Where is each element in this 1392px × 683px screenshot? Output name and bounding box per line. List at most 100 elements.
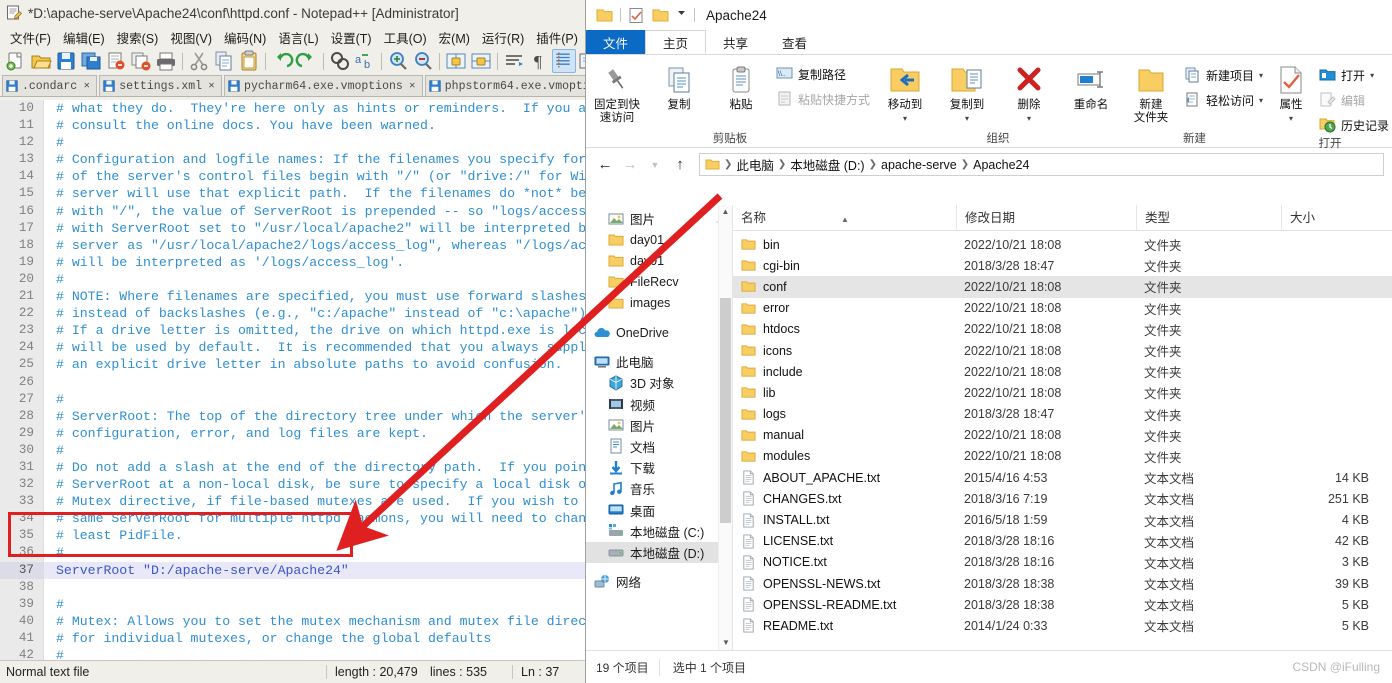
table-row[interactable]: manual 2022/10/21 18:08 文件夹	[733, 425, 1392, 446]
menu-item-6[interactable]: 设置(T)	[325, 26, 378, 49]
menu-item-8[interactable]: 宏(M)	[433, 26, 476, 49]
table-row[interactable]: CHANGES.txt 2018/3/16 7:19 文本文档 251 KB	[733, 488, 1392, 509]
table-row[interactable]: lib 2022/10/21 18:08 文件夹	[733, 382, 1392, 403]
nav-item-视频[interactable]: 视频	[586, 394, 732, 415]
table-row[interactable]: INSTALL.txt 2016/5/18 1:59 文本文档 4 KB	[733, 509, 1392, 530]
chevron-down-icon[interactable]: ▾	[1027, 112, 1031, 125]
breadcrumb-bar[interactable]: ❯ 此电脑 ❯ 本地磁盘 (D:) ❯ apache-serve ❯ Apache24	[699, 153, 1384, 176]
paste-button[interactable]: 粘贴	[710, 59, 772, 112]
menu-item-7[interactable]: 工具(O)	[378, 26, 433, 49]
table-row[interactable]: OPENSSL-NEWS.txt 2018/3/28 18:38 文本文档 39 KB	[733, 573, 1392, 594]
nav-item-图片[interactable]: 图片	[586, 415, 732, 436]
code-line[interactable]: 38	[0, 578, 585, 596]
show-all-chars-icon[interactable]: ¶	[527, 49, 551, 73]
code-line[interactable]: 41 # for individual mutexes, or change th…	[0, 629, 585, 647]
copy-button[interactable]: 复制	[648, 59, 710, 112]
chevron-down-icon[interactable]	[676, 7, 687, 24]
nav-item-网络[interactable]: 网络	[586, 571, 732, 592]
save-icon[interactable]	[54, 49, 78, 73]
table-row[interactable]: NOTICE.txt 2018/3/28 18:16 文本文档 3 KB	[733, 552, 1392, 573]
code-line[interactable]: 40 # Mutex: Allows you to set the mutex m…	[0, 612, 585, 630]
open-file-icon[interactable]	[29, 49, 53, 73]
table-row[interactable]: LICENSE.txt 2018/3/28 18:16 文本文档 42 KB	[733, 531, 1392, 552]
notepad-menu-bar[interactable]: 文件(F) 编辑(E) 搜索(S) 视图(V) 编码(N) 语言(L) 设置(T) 工具(O)…	[0, 26, 585, 48]
menu-item-4[interactable]: 编码(N)	[218, 26, 272, 49]
table-row[interactable]: README.txt 2014/1/24 0:33 文本文档 5 KB	[733, 615, 1392, 636]
close-file-icon[interactable]	[104, 49, 128, 73]
code-line[interactable]: 16 # with "/", the value of ServerRoot is…	[0, 202, 585, 220]
table-row[interactable]: icons 2022/10/21 18:08 文件夹	[733, 340, 1392, 361]
table-row[interactable]: ABOUT_APACHE.txt 2015/4/16 4:53 文本文档 14 KB	[733, 467, 1392, 488]
rename-button[interactable]: 重命名	[1060, 59, 1122, 112]
new-item-button[interactable]: 新建项目 ▾	[1180, 64, 1267, 87]
code-line[interactable]: 18 # server as "/usr/local/apache2/logs/a…	[0, 236, 585, 254]
new-folder-button[interactable]: 新建 文件夹	[1122, 59, 1180, 125]
code-line[interactable]: 22 # instead of backslashes (e.g., "c:/ap…	[0, 305, 585, 323]
nav-item-images[interactable]: images	[586, 293, 732, 314]
code-line[interactable]: 33 # Mutex directive, if file-based mutex…	[0, 493, 585, 511]
table-row[interactable]: OPENSSL-README.txt 2018/3/28 18:38 文本文档 5 K…	[733, 594, 1392, 615]
nav-item-本地磁盘 (D:)[interactable]: 本地磁盘 (D:)	[586, 541, 732, 563]
code-line[interactable]: 39 #	[0, 595, 585, 613]
indent-guide-icon[interactable]	[552, 49, 576, 73]
recent-locations-button[interactable]: ▼	[644, 154, 666, 176]
code-line[interactable]: 17 # with ServerRoot set to "/usr/local/a…	[0, 219, 585, 237]
chevron-down-icon[interactable]: ▾	[1259, 96, 1263, 105]
sync-scroll-h-icon[interactable]	[444, 49, 468, 73]
back-button[interactable]: ←	[594, 154, 616, 176]
editor-tab-3[interactable]: phpstorm64.exe.vmoptions✕	[424, 75, 585, 96]
explorer-ribbon-tabs[interactable]: 文件 主页 共享 查看	[586, 30, 1392, 54]
code-line[interactable]: 32 # ServerRoot at a non-local disk, be s…	[0, 476, 585, 494]
code-line[interactable]: 36 #	[0, 544, 585, 562]
code-line[interactable]: 37 ServerRoot "D:/apache-serve/Apache24"	[0, 561, 585, 579]
column-header-类型[interactable]: 类型	[1136, 205, 1281, 231]
code-line[interactable]: 35 # least PidFile.	[0, 527, 585, 545]
undo-icon[interactable]	[270, 49, 294, 73]
nav-item-图片[interactable]: 图片📌	[586, 208, 732, 229]
redo-icon[interactable]	[295, 49, 319, 73]
ribbon-tab-1[interactable]: 主页	[645, 30, 707, 54]
print-icon[interactable]	[154, 49, 178, 73]
table-row[interactable]: cgi-bin 2018/3/28 18:47 文件夹	[733, 255, 1392, 276]
breadcrumb-item-2[interactable]: apache-serve	[881, 158, 957, 172]
code-line[interactable]: 14 # of the server's control files begin …	[0, 168, 585, 186]
code-line[interactable]: 27 #	[0, 390, 585, 408]
save-all-icon[interactable]	[79, 49, 103, 73]
nav-item-day01[interactable]: day01	[586, 250, 732, 271]
ribbon-tab-3[interactable]: 查看	[765, 30, 824, 54]
replace-icon[interactable]: ab	[353, 49, 377, 73]
code-line[interactable]: 20 #	[0, 270, 585, 289]
notepad-tab-bar[interactable]: .condarc ✕ settings.xml ✕ pycharm64.exe.vmop…	[0, 74, 585, 97]
nav-item-FileRecv[interactable]: FileRecv	[586, 272, 732, 293]
editor-tab-1[interactable]: settings.xml ✕	[99, 75, 223, 96]
code-line[interactable]: 12 #	[0, 134, 585, 152]
file-list-header[interactable]: 名称 ▲ 修改日期 类型 大小	[733, 205, 1392, 231]
move-to-button[interactable]: 移动到 ▾	[874, 59, 936, 125]
up-button[interactable]: ↑	[669, 154, 691, 176]
nav-item-桌面[interactable]: 桌面	[586, 499, 732, 520]
breadcrumb-item-1[interactable]: 本地磁盘 (D:)	[790, 155, 864, 174]
close-icon[interactable]: ✕	[206, 81, 217, 92]
nav-item-本地磁盘 (C:)[interactable]: 本地磁盘 (C:)	[586, 521, 732, 542]
notepad-toolbar[interactable]: ab ¶	[0, 48, 585, 74]
code-line[interactable]: 19 # will be interpreted as '/logs/access…	[0, 253, 585, 271]
code-editor[interactable]: 10 # what they do. They're here only as h…	[0, 100, 585, 660]
menu-item-2[interactable]: 搜索(S)	[111, 26, 165, 49]
ribbon-tab-0[interactable]: 文件	[586, 30, 646, 54]
scroll-up-arrow[interactable]: ▲	[719, 205, 732, 219]
column-header-大小[interactable]: 大小	[1281, 205, 1381, 231]
easy-access-button[interactable]: 轻松访问 ▾	[1180, 89, 1267, 112]
chevron-down-icon[interactable]: ▾	[903, 112, 907, 125]
table-row[interactable]: bin 2022/10/21 18:08 文件夹	[733, 234, 1392, 255]
code-line[interactable]: 15 # server will use that explicit path. …	[0, 185, 585, 203]
code-line[interactable]: 11 # consult the online docs. You have be…	[0, 117, 585, 135]
properties-button[interactable]: 属性 ▾	[1267, 59, 1315, 125]
table-row[interactable]: include 2022/10/21 18:08 文件夹	[733, 361, 1392, 382]
code-line[interactable]: 13 # Configuration and logfile names: If …	[0, 151, 585, 169]
breadcrumb-item-3[interactable]: Apache24	[973, 158, 1029, 172]
nav-item-下载[interactable]: 下载	[586, 457, 732, 478]
find-icon[interactable]	[328, 49, 352, 73]
new-file-icon[interactable]	[4, 49, 28, 73]
close-all-files-icon[interactable]	[129, 49, 153, 73]
code-line[interactable]: 28 # ServerRoot: The top of the directory…	[0, 407, 585, 425]
